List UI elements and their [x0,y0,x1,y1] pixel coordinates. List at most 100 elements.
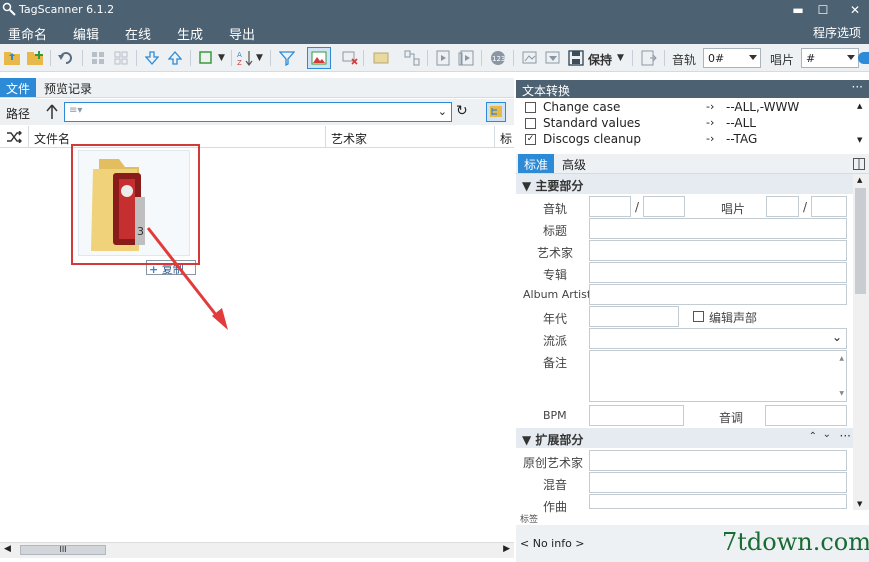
sort-dropdown-icon[interactable]: ▼ [256,53,263,63]
move-down-icon[interactable]: ⌄ [823,429,831,440]
group-main[interactable]: ▼ 主要部分 [516,174,853,194]
comment-field[interactable]: ▲ ▼ [589,350,847,402]
shuffle-icon[interactable] [6,131,22,143]
disc-total-field[interactable] [811,196,847,217]
group-extended[interactable]: ▼ 扩展部分 ⌃ ⌄ ··· [516,428,853,448]
track-combo[interactable]: 0# [703,48,761,68]
add-folder-icon[interactable] [26,49,44,67]
parent-folder-icon[interactable] [46,104,58,120]
horizontal-scrollbar[interactable]: ◀ III ▶ [0,542,514,558]
collapse-icon[interactable]: ▼ [522,179,531,193]
grid-icon[interactable] [89,49,107,67]
scroll-right-icon[interactable]: ▶ [503,544,510,554]
open-folder-icon[interactable] [3,49,21,67]
conversion-row[interactable]: Change case -› --ALL,-WWW [516,100,869,116]
menu-rename[interactable]: 重命名 [8,24,47,43]
track-field[interactable] [589,196,631,217]
album-artist-field[interactable] [589,284,847,305]
watermark: 7tdown.com [722,528,869,556]
tab-advanced[interactable]: 高级 [556,154,592,173]
undo-icon[interactable] [57,49,75,67]
comment-scroll-up-icon[interactable]: ▲ [839,355,844,362]
more-tools-icon[interactable] [858,52,869,64]
play-list-icon[interactable] [457,49,475,67]
bpm-field[interactable] [589,405,684,426]
import-image-icon[interactable] [544,49,562,67]
counter-icon[interactable]: 123 [489,49,507,67]
tab-preview-log[interactable]: 预览记录 [38,78,98,97]
export-image-icon[interactable] [521,49,539,67]
layout-icon[interactable] [853,158,865,170]
col-title[interactable]: 标 [500,130,512,147]
conv-scroll-down-icon[interactable]: ▼ [857,136,862,144]
comment-scroll-down-icon[interactable]: ▼ [839,390,844,397]
grid-small-icon[interactable] [112,49,130,67]
no-info-text: < No info > [520,537,585,550]
refresh-icon[interactable]: ↻ [456,103,468,119]
remix-field[interactable] [589,472,847,493]
tab-files[interactable]: 文件 [0,78,37,97]
artist-field-label: 艺术家 [537,246,574,260]
edit-voice-checkbox[interactable] [693,311,704,322]
program-options-link[interactable]: 程序选项 [813,24,861,41]
artist-field[interactable] [589,240,847,261]
genre-field-label: 流派 [543,334,568,348]
scroll-down-icon[interactable]: ▼ [857,500,862,508]
split-icon[interactable] [403,49,421,67]
tag-editor-icon[interactable] [307,47,331,69]
menu-online[interactable]: 在线 [125,24,151,43]
key-field[interactable] [765,405,847,426]
album-field[interactable] [589,262,847,283]
checkbox-icon[interactable] [525,102,536,113]
col-artist[interactable]: 艺术家 [331,130,367,147]
menu-generate[interactable]: 生成 [177,24,203,43]
scroll-thumb[interactable]: III [20,545,106,555]
close-button[interactable]: ✕ [844,1,866,19]
path-dropdown-icon[interactable]: ⌄ [438,105,447,118]
menu-edit[interactable]: 编辑 [73,24,100,46]
checked-checkbox-icon[interactable]: ✓ [525,134,536,145]
select-icon[interactable] [198,49,216,67]
conversion-row[interactable]: Standard values -› --ALL [516,116,869,132]
disc-combo[interactable]: # [801,48,859,68]
scroll-up-icon[interactable]: ▲ [857,176,862,184]
cover-icon[interactable] [372,49,390,67]
scroll-left-icon[interactable]: ◀ [4,544,11,554]
filter-icon[interactable] [278,49,296,67]
select-dropdown-icon[interactable]: ▼ [218,53,225,63]
scroll-thumb[interactable] [855,188,866,294]
move-up-icon[interactable]: ⌃ [809,431,817,442]
conversion-row[interactable]: ✓ Discogs cleanup -› --TAG [516,132,869,148]
composer-field[interactable] [589,494,847,509]
tag-pane: 文本转换 ··· Change case -› --ALL,-WWW Stand… [516,78,869,562]
tab-standard[interactable]: 标准 [518,154,555,173]
title-field[interactable] [589,218,847,239]
conv-scroll-up-icon[interactable]: ▲ [857,102,862,110]
col-filename[interactable]: 文件名 [34,130,70,147]
more-icon[interactable]: ··· [840,429,851,443]
move-up-icon[interactable] [166,49,184,67]
folder-tree-icon[interactable] [486,102,506,122]
save-button[interactable]: 保持 [588,51,612,68]
export-list-icon[interactable] [640,49,658,67]
orig-artist-field[interactable] [589,450,847,471]
more-icon[interactable]: ··· [852,80,863,94]
sort-az-icon[interactable]: AZ [236,49,254,67]
track-total-field[interactable] [643,196,685,217]
play-file-icon[interactable] [434,49,452,67]
genre-select[interactable]: ⌄ [589,328,847,349]
vertical-scrollbar[interactable]: ▲ ▼ [853,174,869,510]
save-dropdown-icon[interactable]: ▼ [617,53,624,63]
minimize-button[interactable]: ▬ [787,1,809,19]
checkbox-icon[interactable] [525,118,536,129]
collapse-icon[interactable]: ▼ [522,433,531,447]
disc-field[interactable] [766,196,799,217]
remove-tag-icon[interactable] [341,49,359,67]
menu-export[interactable]: 导出 [229,24,255,43]
year-field[interactable] [589,306,679,327]
save-icon[interactable] [567,49,585,67]
path-input[interactable]: ≡▾ ⌄ [64,102,452,122]
move-down-icon[interactable] [143,49,161,67]
chevron-down-icon: ⌄ [831,330,842,344]
maximize-button[interactable]: ☐ [812,1,834,19]
